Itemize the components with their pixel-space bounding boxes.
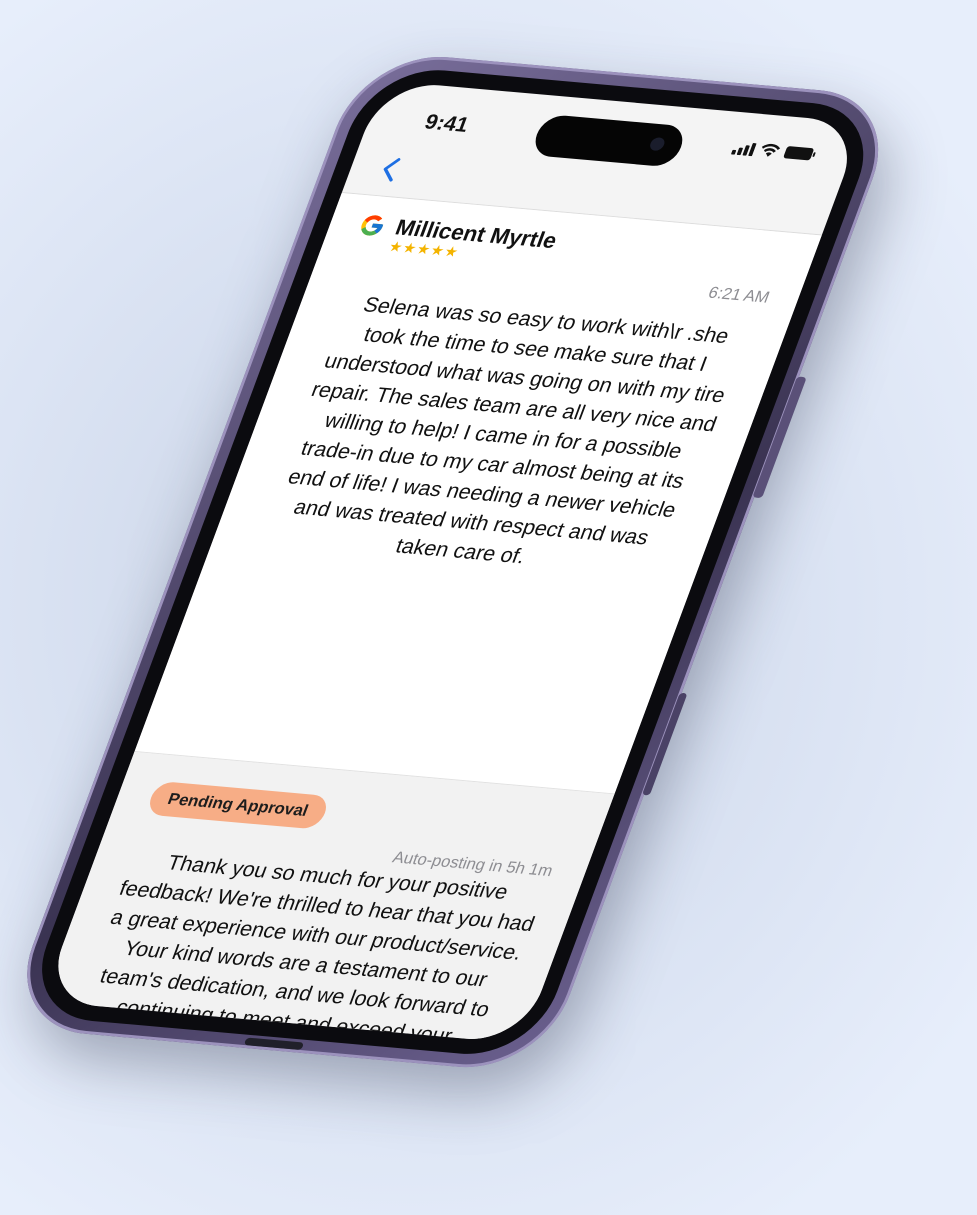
chevron-left-icon xyxy=(383,158,401,182)
signal-icon xyxy=(731,142,757,156)
review-card: Millicent Myrtle ★★★★★ 6:21 AM Selena wa… xyxy=(134,192,822,795)
review-timestamp: 6:21 AM xyxy=(705,283,773,307)
status-icons xyxy=(731,140,815,161)
front-camera-icon xyxy=(648,136,667,152)
phone-device: 9:41 Millicent Myrtle ★★★★★ 6:21 AM Sele… xyxy=(2,50,903,1075)
reviewer-info: Millicent Myrtle ★★★★★ xyxy=(386,214,561,269)
status-time: 9:41 xyxy=(421,109,473,137)
wifi-icon xyxy=(761,143,781,157)
battery-icon xyxy=(782,146,815,161)
review-text: Selena was so easy to work with\r .she t… xyxy=(284,292,733,569)
reply-area: Pending Approval Auto-posting in 5h 1m T… xyxy=(41,751,615,1044)
google-icon xyxy=(361,215,384,236)
background-stage: 9:41 Millicent Myrtle ★★★★★ 6:21 AM Sele… xyxy=(0,0,977,1215)
phone-screen: 9:41 Millicent Myrtle ★★★★★ 6:21 AM Sele… xyxy=(41,80,864,1044)
back-button[interactable] xyxy=(367,151,414,188)
review-header: Millicent Myrtle ★★★★★ xyxy=(350,210,561,268)
status-badge: Pending Approval xyxy=(144,780,331,830)
